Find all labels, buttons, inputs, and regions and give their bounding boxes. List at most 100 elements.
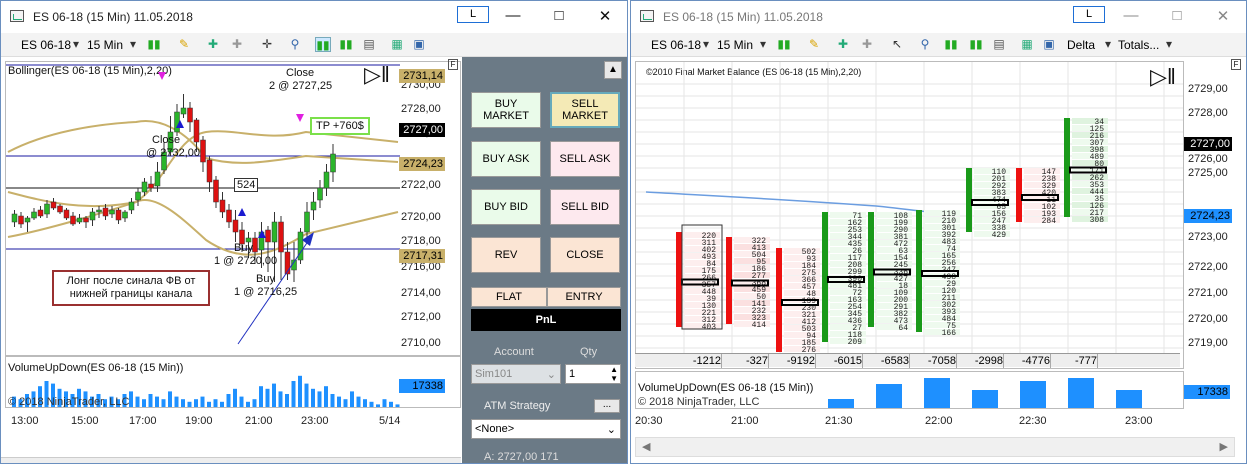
maximize-icon[interactable]: □ bbox=[549, 7, 569, 24]
chart-trader-icon[interactable]: ▮▮ bbox=[315, 37, 331, 52]
take-profit-badge: TP +760$ bbox=[310, 117, 370, 135]
totals-dropdown[interactable]: Totals... bbox=[1118, 38, 1159, 52]
volume-value-box: 17338 bbox=[399, 379, 445, 393]
volume-bar bbox=[304, 383, 309, 407]
strategy-icon[interactable]: ✚ bbox=[229, 37, 245, 52]
pointer-icon[interactable]: ↖ bbox=[889, 37, 905, 52]
play-icon[interactable]: ▷‖ bbox=[364, 64, 390, 86]
footprint-value: 64 bbox=[898, 324, 908, 333]
zoom-icon[interactable]: ⚲ bbox=[287, 37, 303, 52]
candle-body bbox=[187, 107, 193, 123]
candle-body bbox=[193, 119, 200, 143]
close-icon[interactable]: ✕ bbox=[595, 7, 615, 25]
pnl-display: PnL bbox=[471, 309, 621, 331]
flat-button[interactable]: FLAT bbox=[471, 287, 547, 307]
buy-order-label: Buy bbox=[234, 242, 253, 254]
link-button[interactable]: L bbox=[457, 6, 489, 23]
chevron-down-icon[interactable]: ▾ bbox=[1164, 37, 1174, 52]
volume-bar bbox=[1020, 381, 1046, 408]
chevron-down-icon[interactable]: ▾ bbox=[128, 37, 138, 52]
price-marker-current: 2727,00 bbox=[1184, 137, 1232, 151]
volume-bar bbox=[174, 396, 179, 407]
chevron-down-icon[interactable]: ▾ bbox=[1103, 37, 1113, 52]
strategy-icon[interactable]: ✚ bbox=[859, 37, 875, 52]
volume-pane[interactable]: VolumeUpDown(ES 06-18 (15 Min)) © 2018 N… bbox=[635, 371, 1184, 409]
close-icon[interactable]: ✕ bbox=[1213, 7, 1233, 25]
volume-bar bbox=[350, 391, 354, 407]
price-tick: 2723,00 bbox=[1188, 231, 1228, 243]
bar-style-icon[interactable]: ▮▮ bbox=[146, 37, 162, 52]
footprint-pane[interactable]: ©2010 Final Market Balance (ES 06-18 (15… bbox=[635, 61, 1184, 369]
horizontal-scrollbar[interactable] bbox=[1, 457, 461, 463]
collapse-up-icon[interactable]: ▲ bbox=[604, 61, 622, 79]
buy-bid-button[interactable]: BUY BID bbox=[471, 189, 541, 225]
maximize-icon[interactable]: □ bbox=[1167, 7, 1187, 24]
instrument-selector[interactable]: ES 06-18 bbox=[21, 38, 71, 52]
candle-body bbox=[252, 237, 258, 253]
horizontal-scrollbar[interactable]: ◀ ▶ bbox=[635, 437, 1235, 457]
sell-market-button[interactable]: SELL MARKET bbox=[550, 92, 620, 128]
delta-value: -9192 bbox=[769, 354, 816, 368]
add-indicator-icon[interactable]: ✚ bbox=[835, 37, 851, 52]
price-axis: 2729,00 2728,00 2726,00 2725,00 2723,00 2722,… bbox=[1184, 61, 1246, 361]
price-pane[interactable]: Bollinger(ES 06-18 (15 Min),2,20) Close … bbox=[5, 61, 461, 356]
volume-bar bbox=[168, 391, 172, 407]
stepper-arrows-icon[interactable]: ▲ ▼ bbox=[610, 365, 618, 383]
link-button[interactable]: L bbox=[1073, 6, 1105, 23]
buy-ask-button[interactable]: BUY ASK bbox=[471, 141, 541, 177]
pencil-icon[interactable]: ✎ bbox=[806, 37, 822, 52]
share-icon[interactable]: ▣ bbox=[1041, 37, 1057, 52]
sell-bid-button[interactable]: SELL BID bbox=[550, 189, 620, 225]
trail-label: 524 bbox=[234, 178, 259, 192]
chart-trader-icon[interactable]: ▮▮ bbox=[943, 37, 959, 52]
chevron-down-icon[interactable]: ▾ bbox=[71, 37, 81, 52]
price-tick: 2720,00 bbox=[401, 211, 441, 223]
qty-stepper[interactable]: 1 ▲ ▼ bbox=[565, 364, 621, 384]
minimize-icon[interactable]: — bbox=[503, 7, 523, 24]
add-indicator-icon[interactable]: ✚ bbox=[205, 37, 221, 52]
minimize-icon[interactable]: — bbox=[1121, 7, 1141, 24]
bar-style-icon[interactable]: ▮▮ bbox=[776, 37, 792, 52]
data-box-icon[interactable]: ▮▮ bbox=[338, 37, 354, 52]
chevron-down-icon[interactable]: ▾ bbox=[701, 37, 711, 52]
time-tick: 23:00 bbox=[1125, 415, 1153, 427]
interval-selector[interactable]: 15 Min bbox=[717, 38, 753, 52]
entry-button[interactable]: ENTRY bbox=[547, 287, 621, 307]
zoom-icon[interactable]: ⚲ bbox=[917, 37, 933, 52]
price-tick: 2722,00 bbox=[401, 179, 441, 191]
volume-pane[interactable]: VolumeUpDown(ES 06-18 (15 Min)) © 2018 N… bbox=[5, 356, 461, 408]
pencil-icon[interactable]: ✎ bbox=[176, 37, 192, 52]
footprint-value: 284 bbox=[1042, 217, 1057, 226]
templates-icon[interactable]: ▤ bbox=[361, 37, 377, 52]
candle-body bbox=[304, 211, 310, 233]
left-chart-window: ES 06-18 (15 Min) 11.05.2018 L — □ ✕ ES … bbox=[0, 0, 628, 464]
properties-icon[interactable]: ▦ bbox=[389, 37, 405, 52]
atm-strategy-label: ATM Strategy bbox=[484, 400, 551, 412]
properties-icon[interactable]: ▦ bbox=[1019, 37, 1035, 52]
buy-market-button[interactable]: BUY MARKET bbox=[471, 92, 541, 128]
delta-dropdown[interactable]: Delta bbox=[1067, 38, 1095, 52]
account-select[interactable]: Sim101 ⌄ bbox=[471, 364, 561, 384]
sell-ask-button[interactable]: SELL ASK bbox=[550, 141, 620, 177]
candle-body bbox=[83, 217, 89, 223]
atm-strategy-select[interactable]: <None> ⌄ bbox=[471, 419, 621, 439]
share-icon[interactable]: ▣ bbox=[411, 37, 427, 52]
scroll-left-icon[interactable]: ◀ bbox=[642, 440, 650, 453]
templates-icon[interactable]: ▤ bbox=[991, 37, 1007, 52]
crosshair-icon[interactable]: ✛ bbox=[259, 37, 275, 52]
reverse-button[interactable]: REV bbox=[471, 237, 541, 273]
close-position-button[interactable]: CLOSE bbox=[550, 237, 620, 273]
instrument-selector[interactable]: ES 06-18 bbox=[651, 38, 701, 52]
data-box-icon[interactable]: ▮▮ bbox=[968, 37, 984, 52]
candle-body bbox=[141, 181, 148, 193]
volume-bar bbox=[278, 391, 283, 407]
scroll-right-icon[interactable]: ▶ bbox=[1220, 440, 1228, 453]
volume-bar bbox=[207, 401, 211, 407]
atm-options-button[interactable]: ... bbox=[594, 399, 620, 413]
candle-body bbox=[278, 221, 284, 253]
price-tick: 2712,00 bbox=[401, 311, 441, 323]
play-icon[interactable]: ▷‖ bbox=[1150, 66, 1176, 88]
chevron-down-icon[interactable]: ▾ bbox=[758, 37, 768, 52]
interval-selector[interactable]: 15 Min bbox=[87, 38, 123, 52]
volume-bar bbox=[356, 396, 361, 407]
